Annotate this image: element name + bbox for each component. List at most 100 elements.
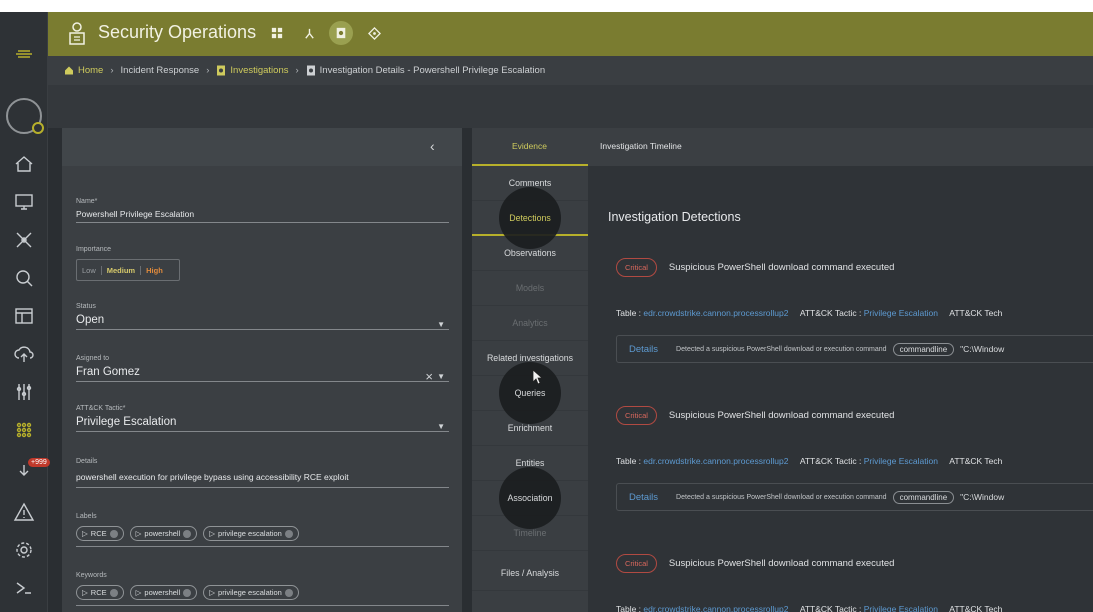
importance-low[interactable]: Low [77,266,101,275]
collapse-rail-icon[interactable] [8,572,40,604]
toolbar-band [48,85,1093,128]
severity-badge: Critical [616,406,657,425]
tag-icon: ▷ [209,588,216,597]
status-select[interactable]: Open [76,310,449,330]
label-chip[interactable]: ▷ powershell [129,526,198,541]
remove-chip-icon[interactable] [183,529,192,538]
detection-header[interactable]: Critical Suspicious PowerShell download … [616,258,894,277]
upload-icon[interactable] [8,338,40,370]
detection-title[interactable]: Suspicious PowerShell download command e… [669,558,895,569]
network-icon[interactable] [8,224,40,256]
form-header: ‹ [62,128,462,166]
side-item-queries[interactable]: Queries [472,362,588,424]
details-link[interactable]: Details [629,344,658,355]
tab-evidence[interactable]: Evidence [512,141,547,151]
settings-gear-icon[interactable] [8,534,40,566]
remove-chip-icon[interactable] [284,529,293,538]
label-chip[interactable]: ▷ RCE [76,526,124,541]
importance-medium[interactable]: Medium [100,265,142,275]
name-field[interactable]: Name* Powershell Privilege Escalation [76,198,449,223]
side-item-analytics[interactable]: Analytics [472,306,588,341]
breadcrumb-home[interactable]: Home [78,65,103,76]
detection-title[interactable]: Suspicious PowerShell download command e… [669,410,895,421]
keywords-label: Keywords [76,572,107,579]
tactic-link[interactable]: Privilege Escalation [864,308,938,318]
side-item-enrichment[interactable]: Enrichment [472,411,588,446]
layout-icon[interactable] [8,300,40,332]
side-item-models[interactable]: Models [472,271,588,306]
tag-icon: ▷ [82,529,88,538]
apps-grid-icon[interactable] [8,414,40,446]
detection-header[interactable]: Critical Suspicious PowerShell download … [616,554,894,573]
importance-selector[interactable]: Low Medium High [76,259,180,281]
tactic-field[interactable]: ATT&CK Tactic* Privilege Escalation ▼ [76,405,449,432]
mouse-cursor-icon [532,369,544,385]
remove-chip-icon[interactable] [109,529,118,538]
table-link[interactable]: edr.crowdstrike.cannon.processrollup2 [643,456,788,466]
tactic-link[interactable]: Privilege Escalation [864,604,938,612]
breadcrumb-current: Investigation Details - Powershell Privi… [319,65,546,76]
tab-investigation-timeline[interactable]: Investigation Timeline [600,141,682,151]
menu-icon[interactable] [8,38,40,70]
details-input[interactable]: powershell execution for privilege bypas… [76,465,449,488]
details-link[interactable]: Details [629,492,658,503]
importance-label: Importance [76,246,112,253]
labels-field[interactable]: Labels ▷ RCE ▷ powershell ▷ privilege escal… [76,513,449,547]
breadcrumb-incident-response[interactable]: Incident Response [121,65,200,76]
table-link[interactable]: edr.crowdstrike.cannon.processrollup2 [643,604,788,612]
caret-down-icon: ▼ [437,320,445,329]
detections-title: Investigation Detections [608,210,741,224]
remove-chip-icon[interactable] [109,588,118,597]
side-item-association[interactable]: Association [472,467,588,529]
severity-badge: Critical [616,554,657,573]
clear-icon[interactable]: × [425,369,433,384]
importance-high[interactable]: High [141,266,168,275]
assigned-field[interactable]: Asigned to Fran Gomez × ▼ [76,355,449,384]
side-item-observations[interactable]: Observations [472,236,588,271]
keyword-chip[interactable]: ▷ privilege escalation [203,585,299,600]
hierarchy-icon[interactable] [299,23,319,43]
breadcrumb: Home › Incident Response › Investigation… [48,56,1093,85]
tactic-link[interactable]: Privilege Escalation [864,456,938,466]
detection-header[interactable]: Critical Suspicious PowerShell download … [616,406,894,425]
home-icon[interactable] [8,148,40,180]
side-item-timeline[interactable]: Timeline [472,516,588,551]
labels-label: Labels [76,513,97,520]
tag-icon: ▷ [209,529,216,538]
tag-icon: ▷ [135,588,142,597]
keyword-chip[interactable]: ▷ RCE [76,585,124,600]
name-input[interactable]: Powershell Privilege Escalation [76,205,449,223]
grid-view-icon[interactable] [267,23,287,43]
investigations-icon[interactable] [329,21,353,45]
name-label: Name* [76,198,98,205]
importance-field: Importance Low Medium High [76,246,449,281]
tactic-label: ATT&CK Tactic* [76,405,126,412]
detection-title[interactable]: Suspicious PowerShell download command e… [669,262,895,273]
remove-chip-icon[interactable] [183,588,192,597]
label-chip[interactable]: ▷ privilege escalation [203,526,299,541]
remove-chip-icon[interactable] [284,588,293,597]
labels-chips[interactable]: ▷ RCE ▷ powershell ▷ privilege escalation [76,526,449,547]
investigation-icon [217,65,226,76]
side-item-files-analysis[interactable]: Files / Analysis [472,556,588,591]
keywords-chips[interactable]: ▷ RCE ▷ powershell ▷ privilege escalation [76,585,449,606]
tactic-select[interactable]: Privilege Escalation [76,412,449,432]
search-icon[interactable] [8,262,40,294]
chevron-right-icon: › [295,65,299,76]
target-icon[interactable] [364,23,384,43]
detection-meta-row: Table : edr.crowdstrike.cannon.processro… [616,456,1003,466]
keyword-chip[interactable]: ▷ powershell [129,585,198,600]
breadcrumb-investigations[interactable]: Investigations [230,65,288,76]
table-link[interactable]: edr.crowdstrike.cannon.processrollup2 [643,308,788,318]
dashboard-icon[interactable] [8,186,40,218]
details-field[interactable]: Details powershell execution for privile… [76,458,449,488]
status-field[interactable]: Status Open ▼ [76,303,449,330]
chevron-left-icon[interactable]: ‹ [430,138,435,154]
keywords-field[interactable]: Keywords ▷ RCE ▷ powershell ▷ privilege esc… [76,572,449,606]
alerts-badge: +999 [28,458,50,467]
sliders-icon[interactable] [8,376,40,408]
investigation-detail-icon [306,65,315,76]
warning-icon[interactable] [8,496,40,528]
assigned-select[interactable]: Fran Gomez [76,362,449,382]
side-item-detections[interactable]: Detections [472,187,588,249]
